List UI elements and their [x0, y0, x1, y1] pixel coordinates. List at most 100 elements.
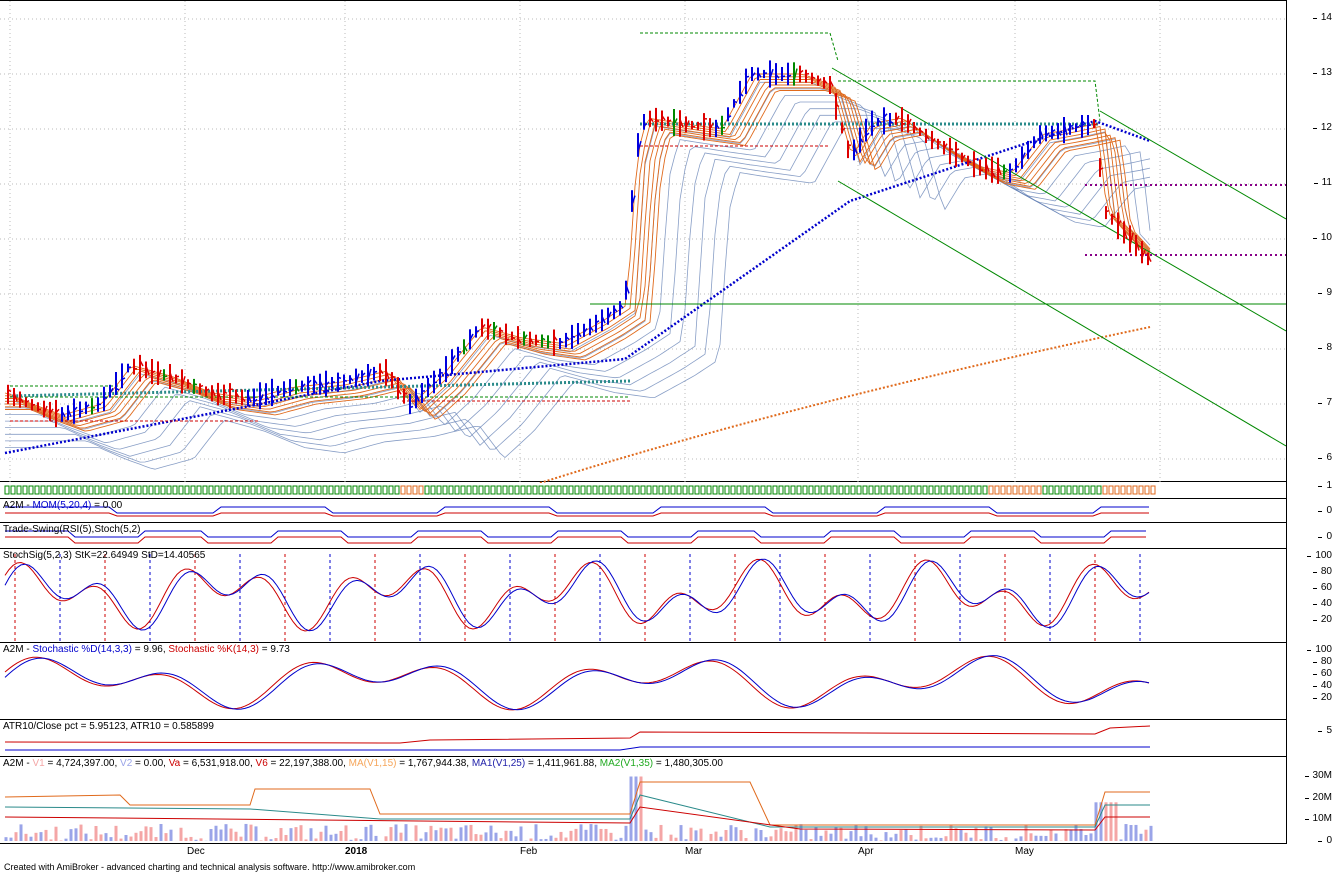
- price-bar-tick: [133, 367, 138, 370]
- signal-box: [586, 485, 592, 495]
- signal-box: [364, 485, 370, 495]
- atr-label: ATR10/Close pct = 5.95123, ATR10 = 0.585…: [3, 721, 214, 732]
- signal-box: [814, 485, 820, 495]
- signal-box: [130, 485, 136, 495]
- signal-box: [700, 485, 706, 495]
- price-bar-tick: [505, 338, 510, 341]
- price-pane[interactable]: [0, 0, 1286, 483]
- price-tick: 9: [1319, 287, 1332, 298]
- mom-pane[interactable]: A2M - MOM(5,20,4) = 0.00: [0, 499, 1286, 523]
- atr-pane[interactable]: ATR10/Close pct = 5.95123, ATR10 = 0.585…: [0, 720, 1286, 757]
- stochsig-tick: 20: [1312, 614, 1332, 625]
- footer-credit: Created with AmiBroker - advanced charti…: [4, 862, 416, 872]
- signal-box: [982, 485, 988, 495]
- signal-box: [52, 485, 58, 495]
- signal-box: [208, 485, 214, 495]
- signal-box: [874, 485, 880, 495]
- stoch-tick: 40: [1312, 680, 1332, 691]
- stochsig-tick: 100: [1307, 550, 1332, 561]
- price-bar-tick: [1015, 165, 1020, 168]
- signal-box: [1102, 485, 1108, 495]
- signal-box: [934, 485, 940, 495]
- stochastic-pane[interactable]: A2M - Stochastic %D(14,3,3) = 9.96, Stoc…: [0, 643, 1286, 720]
- signal-box: [352, 485, 358, 495]
- signal-box: [64, 485, 70, 495]
- swing-chart: [5, 530, 1146, 544]
- signal-box: [1066, 485, 1072, 495]
- signal-box: [820, 485, 826, 495]
- stoch-tick: 20: [1312, 692, 1332, 703]
- signal-box: [1132, 485, 1138, 495]
- fast-ribbon-line: [5, 81, 1151, 424]
- price-bar-tick: [955, 148, 960, 151]
- signal-box: [322, 485, 328, 495]
- x-label-mar: Mar: [685, 846, 703, 857]
- price-bar-tick: [511, 336, 516, 340]
- signal-box: [796, 485, 802, 495]
- signal-box: [850, 485, 856, 495]
- stoch-tick: 80: [1312, 656, 1332, 667]
- stochsig-tick: 40: [1312, 598, 1332, 609]
- mom-line: [5, 506, 1149, 514]
- signal-box: [106, 485, 112, 495]
- signal-box: [466, 485, 472, 495]
- price-axis: 14 13 12 11 10 9 8 7 6 1: [1286, 0, 1338, 491]
- price-bar-tick: [697, 122, 702, 126]
- signal-box: [574, 485, 580, 495]
- volume-pane[interactable]: A2M - V1 = 4,724,397.00, V2 = 0.00, Va =…: [0, 757, 1286, 844]
- signal-box: [100, 485, 106, 495]
- price-bar-tick: [733, 100, 738, 104]
- signal-box: [592, 485, 598, 495]
- signal-box: [418, 485, 424, 495]
- price-bar-tick: [805, 72, 810, 75]
- signal-box: [532, 485, 538, 495]
- volume-label-part: = 1,480,305.00: [653, 758, 723, 769]
- signal-box: [46, 485, 52, 495]
- signal-box: [556, 485, 562, 495]
- signal-box: [826, 485, 832, 495]
- price-bar-tick: [475, 329, 480, 333]
- signal-box: [1060, 485, 1066, 495]
- signal-box: [190, 485, 196, 495]
- signal-box: [784, 485, 790, 495]
- signal-box: [706, 485, 712, 495]
- signal-box: [214, 485, 220, 495]
- signal-box: [952, 485, 958, 495]
- signal-strip[interactable]: [0, 482, 1286, 499]
- price-bar-tick: [571, 335, 576, 338]
- price-bar-tick: [1087, 124, 1092, 127]
- swing-tick: 0: [1319, 531, 1332, 542]
- signal-box: [10, 485, 16, 495]
- signal-box: [892, 485, 898, 495]
- x-label-apr: Apr: [858, 846, 874, 857]
- signal-box: [286, 485, 292, 495]
- signal-box: [658, 485, 664, 495]
- signal-box: [778, 485, 784, 495]
- trade-swing-pane[interactable]: Trade-Swing(RSI(5),Stoch(5,2): [0, 523, 1286, 549]
- signal-box: [202, 485, 208, 495]
- slow-ribbon-line: [5, 121, 1151, 463]
- signal-box: [520, 485, 526, 495]
- signal-box: [544, 485, 550, 495]
- signal-box: [964, 485, 970, 495]
- stochsig-pane[interactable]: StochSig(5,2,3) StK=22.64949 StD=14.4056…: [0, 549, 1286, 643]
- signal-box: [370, 485, 376, 495]
- strip-axis: [1286, 482, 1338, 499]
- price-bar-tick: [1105, 209, 1110, 213]
- signal-box: [640, 485, 646, 495]
- signal-box: [454, 485, 460, 495]
- stochsig-tick: 80: [1312, 566, 1332, 577]
- signal-box: [508, 485, 514, 495]
- volume-tick: 10M: [1304, 813, 1332, 824]
- signal-box: [424, 485, 430, 495]
- signal-box: [712, 485, 718, 495]
- stochsig-label: StochSig(5,2,3) StK=22.64949 StD=14.4056…: [3, 550, 206, 561]
- signal-box: [862, 485, 868, 495]
- signal-box: [1144, 485, 1150, 495]
- signal-box: [676, 485, 682, 495]
- volume-chart: [4, 776, 1153, 841]
- signal-box: [682, 485, 688, 495]
- signal-box: [1030, 485, 1036, 495]
- signal-box: [670, 485, 676, 495]
- signal-box: [646, 485, 652, 495]
